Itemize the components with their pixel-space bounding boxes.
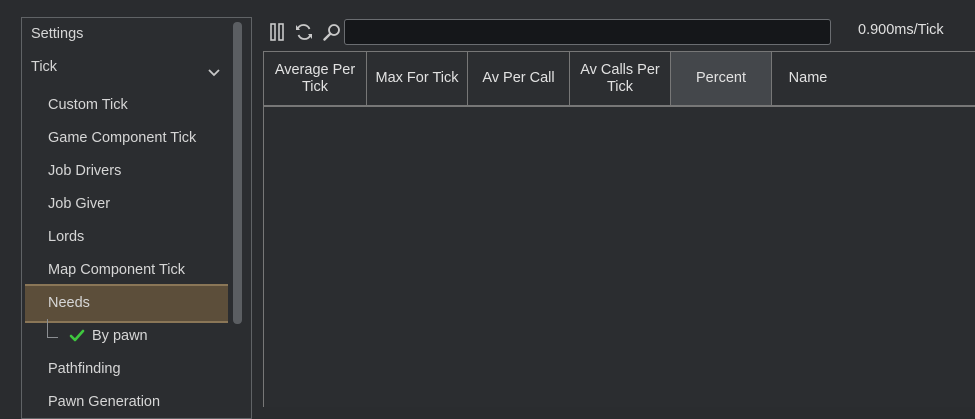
sidebar-item-needs[interactable]: Needs <box>48 287 90 320</box>
settings-item[interactable]: Settings <box>31 18 83 51</box>
search-icon[interactable] <box>323 23 341 41</box>
search-input[interactable] <box>344 19 831 45</box>
ms-per-tick-label: 0.900ms/Tick <box>858 22 944 38</box>
column-name[interactable]: Name <box>772 52 844 105</box>
column-average-per-tick[interactable]: Average Per Tick <box>264 52 367 105</box>
column-av-calls-per-tick[interactable]: Av Calls Per Tick <box>570 52 671 105</box>
chevron-down-icon[interactable] <box>207 68 221 78</box>
profiler-table: Average Per Tick Max For Tick Av Per Call… <box>263 51 975 407</box>
column-percent[interactable]: Percent <box>671 52 772 105</box>
tick-category[interactable]: Tick <box>31 51 57 84</box>
sidebar-item-map-component-tick[interactable]: Map Component Tick <box>48 254 185 287</box>
sidebar-item-job-drivers[interactable]: Job Drivers <box>48 155 121 188</box>
checkmark-icon[interactable] <box>69 329 85 343</box>
sidebar-scrollbar[interactable] <box>233 22 242 324</box>
sidebar-item-game-component-tick[interactable]: Game Component Tick <box>48 122 196 155</box>
column-av-per-call[interactable]: Av Per Call <box>468 52 570 105</box>
category-sidebar: Settings Tick Custom Tick Game Component… <box>21 17 252 419</box>
sidebar-item-job-giver[interactable]: Job Giver <box>48 188 110 221</box>
column-max-for-tick[interactable]: Max For Tick <box>367 52 468 105</box>
tree-connector <box>47 319 58 338</box>
sidebar-item-custom-tick[interactable]: Custom Tick <box>48 89 128 122</box>
pause-icon[interactable] <box>268 23 286 41</box>
table-header: Average Per Tick Max For Tick Av Per Call… <box>264 51 975 107</box>
sidebar-item-pawn-generation[interactable]: Pawn Generation <box>48 386 160 418</box>
refresh-icon[interactable] <box>295 23 313 41</box>
sidebar-subitem-by-pawn[interactable]: By pawn <box>92 320 148 353</box>
sidebar-item-pathfinding[interactable]: Pathfinding <box>48 353 121 386</box>
sidebar-item-lords[interactable]: Lords <box>48 221 84 254</box>
